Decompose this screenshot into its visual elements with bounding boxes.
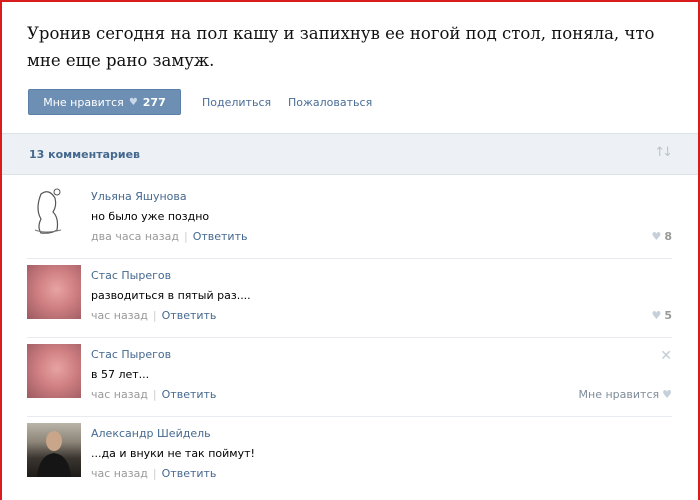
- comments-header: 13 комментариев ↑↓: [2, 133, 698, 175]
- report-link[interactable]: Пожаловаться: [288, 96, 372, 109]
- comment-text: ...да и внуки не так поймут!: [91, 447, 255, 460]
- post-text: Уронив сегодня на пол кашу и запихнув ее…: [27, 24, 655, 70]
- meta-separator: |: [152, 467, 157, 480]
- reply-link[interactable]: Ответить: [162, 309, 217, 322]
- meta-separator: |: [152, 309, 157, 322]
- heart-icon: ♥: [651, 230, 662, 243]
- comment-like-label: Мне нравится: [578, 388, 660, 401]
- comment-author[interactable]: Стас Пырегов: [91, 269, 171, 282]
- comment-meta: час назад | Ответить: [91, 309, 216, 322]
- heart-icon: ♥: [651, 309, 662, 322]
- comment-item: Стас Пырегов в 57 лет... час назад | Ответ…: [27, 338, 672, 416]
- comment-time[interactable]: час назад: [91, 309, 148, 322]
- comment-meta: два часа назад | Ответить: [91, 230, 247, 243]
- avatar[interactable]: [27, 344, 81, 398]
- comment-item: Ульяна Яшунова но было уже поздно два ча…: [27, 180, 672, 258]
- comment-like-count: 8: [664, 230, 672, 243]
- meta-separator: |: [183, 230, 188, 243]
- comment-text: в 57 лет...: [91, 368, 150, 381]
- sort-icon[interactable]: ↑↓: [654, 145, 673, 160]
- avatar[interactable]: [27, 186, 81, 240]
- comment-author[interactable]: Ульяна Яшунова: [91, 190, 187, 203]
- like-count: 277: [142, 95, 166, 109]
- meta-separator: |: [152, 388, 157, 401]
- share-link[interactable]: Поделиться: [202, 96, 271, 109]
- avatar[interactable]: [27, 423, 81, 477]
- comment-author[interactable]: Стас Пырегов: [91, 348, 171, 361]
- like-button[interactable]: Мне нравится ♥ 277: [28, 89, 181, 115]
- comment-meta: час назад | Ответить: [91, 388, 216, 401]
- comment-text: но было уже поздно: [91, 210, 210, 223]
- comment-time[interactable]: час назад: [91, 388, 148, 401]
- reply-link[interactable]: Ответить: [193, 230, 248, 243]
- close-icon[interactable]: ✕: [660, 348, 672, 364]
- comment-author[interactable]: Александр Шейдель: [91, 427, 211, 440]
- comment-meta: час назад | Ответить: [91, 467, 216, 480]
- avatar[interactable]: [27, 265, 81, 319]
- heart-icon: ♥: [128, 96, 138, 108]
- comment-like-counter[interactable]: ♥ 5: [651, 309, 672, 322]
- comments-count: 13 комментариев: [29, 148, 141, 161]
- reply-link[interactable]: Ответить: [162, 388, 217, 401]
- comment-like-counter[interactable]: ♥ 8: [651, 230, 672, 243]
- comment-like-count: 5: [664, 309, 672, 322]
- comment-item: Стас Пырегов разводиться в пятый раз....…: [27, 259, 672, 337]
- comment-text: разводиться в пятый раз....: [91, 289, 251, 302]
- like-button-label: Мне нравится: [43, 95, 124, 109]
- reply-link[interactable]: Ответить: [162, 467, 217, 480]
- comment-item: Александр Шейдель ...да и внуки не так п…: [27, 417, 672, 495]
- heart-icon: ♥: [662, 388, 672, 401]
- comment-like-button[interactable]: Мне нравится ♥: [579, 388, 672, 401]
- comment-time[interactable]: два часа назад: [91, 230, 179, 243]
- comment-time[interactable]: час назад: [91, 467, 148, 480]
